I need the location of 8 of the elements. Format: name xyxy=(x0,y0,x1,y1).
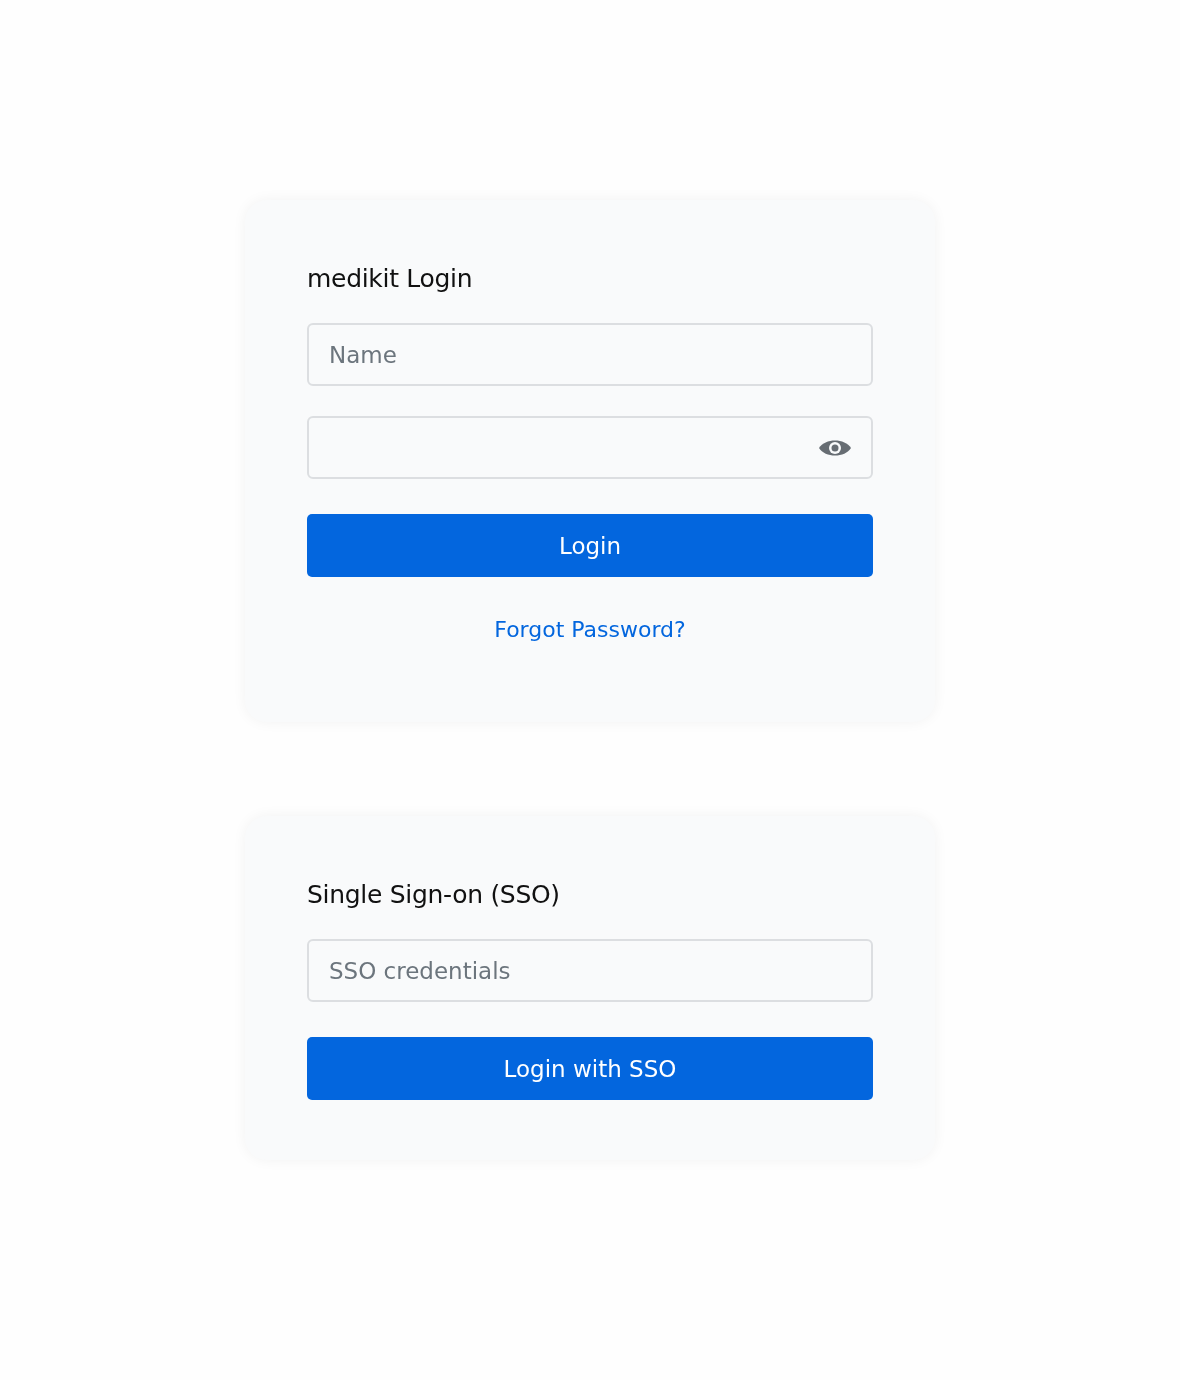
forgot-password-link[interactable]: Forgot Password? xyxy=(494,617,686,642)
card-title: medikit Login xyxy=(307,264,474,293)
text-field[interactable]: Name xyxy=(307,323,873,386)
login-button[interactable]: Login xyxy=(307,514,873,577)
login-button[interactable]: Login with SSO xyxy=(307,1037,873,1100)
password-field[interactable] xyxy=(307,416,873,479)
text-field[interactable]: SSO credentials xyxy=(307,939,873,1002)
card-title: Single Sign-on (SSO) xyxy=(307,880,561,909)
